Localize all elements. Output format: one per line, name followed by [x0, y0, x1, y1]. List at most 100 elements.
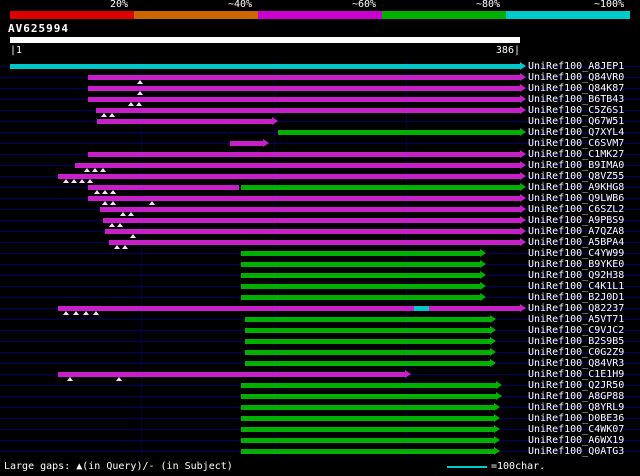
alignment-bar-segment[interactable] — [244, 339, 490, 344]
hit-accession-link[interactable]: UniRef100_B9YKE0 — [528, 259, 624, 270]
alignment-bar-segment[interactable] — [240, 427, 494, 432]
score-scale-segment — [506, 11, 630, 19]
alignment-bar-segment[interactable] — [414, 306, 429, 311]
alignment-bar-segment[interactable] — [240, 405, 494, 410]
alignment-row: UniRef100_Q8VZ55 — [0, 171, 640, 183]
hit-accession-link[interactable]: UniRef100_C5Z6S1 — [528, 105, 624, 116]
alignment-arrowhead-icon — [520, 95, 526, 103]
alignment-bar-segment[interactable] — [100, 207, 520, 212]
alignment-bar-segment[interactable] — [244, 328, 490, 333]
alignment-row: UniRef100_Q84K87 — [0, 83, 640, 95]
hit-accession-link[interactable]: UniRef100_C4K1L1 — [528, 281, 624, 292]
alignment-bar-segment[interactable] — [57, 174, 520, 179]
hit-accession-link[interactable]: UniRef100_A5VT71 — [528, 314, 624, 325]
alignment-arrowhead-icon — [493, 403, 500, 411]
alignment-bar-segment[interactable] — [96, 108, 520, 113]
hit-accession-link[interactable]: UniRef100_Q9LWB6 — [528, 193, 624, 204]
alignment-arrowhead-icon — [480, 260, 487, 268]
alignment-bar-segment[interactable] — [105, 229, 520, 234]
hit-accession-link[interactable]: UniRef100_A9PBS9 — [528, 215, 624, 226]
alignment-bar-segment[interactable] — [102, 218, 520, 223]
alignment-bar-segment[interactable] — [240, 394, 497, 399]
hit-accession-link[interactable]: UniRef100_C9VJC2 — [528, 325, 624, 336]
hit-accession-link[interactable]: UniRef100_Q84VR0 — [528, 72, 624, 83]
alignment-bar-segment[interactable] — [240, 262, 481, 267]
hit-accession-link[interactable]: UniRef100_A8JEP1 — [528, 61, 624, 72]
hit-accession-link[interactable]: UniRef100_A5BPA4 — [528, 237, 624, 248]
hit-accession-link[interactable]: UniRef100_Q8VZ55 — [528, 171, 624, 182]
alignment-row: UniRef100_A5VT71 — [0, 314, 640, 325]
alignment-row: UniRef100_Q2JR50 — [0, 380, 640, 391]
score-scale-tick-label: 20% — [110, 0, 129, 10]
hit-accession-link[interactable]: UniRef100_Q2JR50 — [528, 380, 624, 391]
alignment-bar-segment[interactable] — [428, 306, 520, 311]
hit-accession-link[interactable]: UniRef100_C4YW99 — [528, 248, 624, 259]
hit-accession-link[interactable]: UniRef100_A9KHG8 — [528, 182, 624, 193]
hit-accession-link[interactable]: UniRef100_A6WX19 — [528, 435, 624, 446]
score-scale-segment — [10, 11, 134, 19]
alignment-row: UniRef100_C0G2Z9 — [0, 347, 640, 358]
hit-accession-link[interactable]: UniRef100_B2J0D1 — [528, 292, 624, 303]
hit-accession-link[interactable]: UniRef100_Q82237 — [528, 303, 624, 314]
hit-accession-link[interactable]: UniRef100_Q92H38 — [528, 270, 624, 281]
alignment-bar-segment[interactable] — [240, 284, 481, 289]
alignment-bar-segment[interactable] — [240, 295, 481, 300]
hit-accession-link[interactable]: UniRef100_C6SVM7 — [528, 138, 624, 149]
alignment-bar-segment[interactable] — [88, 152, 520, 157]
score-scale-tick-label: ~100% — [594, 0, 625, 10]
alignment-bar-segment[interactable] — [240, 438, 494, 443]
hit-accession-link[interactable]: UniRef100_D0BE36 — [528, 413, 624, 424]
hit-accession-link[interactable]: UniRef100_Q67W51 — [528, 116, 624, 127]
hit-accession-link[interactable]: UniRef100_C0G2Z9 — [528, 347, 624, 358]
hit-accession-link[interactable]: UniRef100_Q8YRL9 — [528, 402, 624, 413]
hit-accession-link[interactable]: UniRef100_C4WK07 — [528, 424, 624, 435]
alignment-bar-segment[interactable] — [240, 251, 481, 256]
hit-accession-link[interactable]: UniRef100_Q7XYL4 — [528, 127, 624, 138]
hit-accession-link[interactable]: UniRef100_Q0ATG3 — [528, 446, 624, 457]
alignment-bar-segment[interactable] — [74, 163, 520, 168]
hit-accession-link[interactable]: UniRef100_B9IMA0 — [528, 160, 624, 171]
alignment-row: UniRef100_Q0ATG3 — [0, 446, 640, 457]
alignment-bar-segment[interactable] — [97, 119, 273, 124]
alignment-arrowhead-icon — [520, 183, 526, 191]
alignment-bar-segment[interactable] — [240, 185, 520, 190]
alignment-bar-segment[interactable] — [240, 416, 494, 421]
alignment-bar-segment[interactable] — [244, 350, 490, 355]
alignment-bar-segment[interactable] — [57, 306, 414, 311]
alignment-arrowhead-icon — [520, 128, 526, 136]
alignment-bar-segment[interactable] — [277, 130, 520, 135]
alignment-row: UniRef100_B6TB43 — [0, 94, 640, 106]
alignment-row: UniRef100_Q9LWB6 — [0, 193, 640, 205]
alignment-arrowhead-icon — [480, 282, 487, 290]
hit-accession-link[interactable]: UniRef100_C1MK27 — [528, 149, 624, 160]
hit-accession-link[interactable]: UniRef100_A7QZA8 — [528, 226, 624, 237]
alignment-row: UniRef100_C4YW99 — [0, 248, 640, 259]
hit-accession-link[interactable]: UniRef100_C1E1H9 — [528, 369, 624, 380]
alignment-bar-segment[interactable] — [244, 361, 490, 366]
score-scale-segment — [382, 11, 506, 19]
alignment-bar-segment[interactable] — [109, 240, 520, 245]
alignment-bar-segment[interactable] — [244, 317, 490, 322]
hit-accession-link[interactable]: UniRef100_C6SZL2 — [528, 204, 624, 215]
alignment-bar-segment[interactable] — [229, 141, 263, 146]
alignment-arrowhead-icon — [489, 315, 496, 323]
hit-accession-link[interactable]: UniRef100_B2S9B5 — [528, 336, 624, 347]
alignment-bar-segment[interactable] — [88, 97, 520, 102]
hit-accession-link[interactable]: UniRef100_B6TB43 — [528, 94, 624, 105]
blast-alignment-overview: 20% ~40% ~60% ~80% ~100% AV625994 |1 386| Un… — [0, 0, 640, 476]
score-scale-tick-label: ~80% — [476, 0, 501, 10]
alignment-bar-segment[interactable] — [240, 273, 481, 278]
hit-accession-link[interactable]: UniRef100_Q84VR3 — [528, 358, 624, 369]
alignment-bar-segment[interactable] — [10, 64, 520, 69]
alignment-bar-segment[interactable] — [57, 372, 405, 377]
hit-accession-link[interactable]: UniRef100_Q84K87 — [528, 83, 624, 94]
query-name: AV625994 — [8, 22, 69, 35]
hit-accession-link[interactable]: UniRef100_A8GP88 — [528, 391, 624, 402]
alignment-bar-segment[interactable] — [88, 86, 520, 91]
alignment-bar-segment[interactable] — [240, 383, 497, 388]
gaps-legend-text: Large gaps: ▲(in Query)/- (in Subject) — [4, 461, 233, 472]
alignment-bar-segment[interactable] — [88, 75, 520, 80]
alignment-bar-segment[interactable] — [240, 449, 494, 454]
alignment-row: UniRef100_B9YKE0 — [0, 259, 640, 270]
alignment-row: UniRef100_C6SVM7 — [0, 138, 640, 149]
